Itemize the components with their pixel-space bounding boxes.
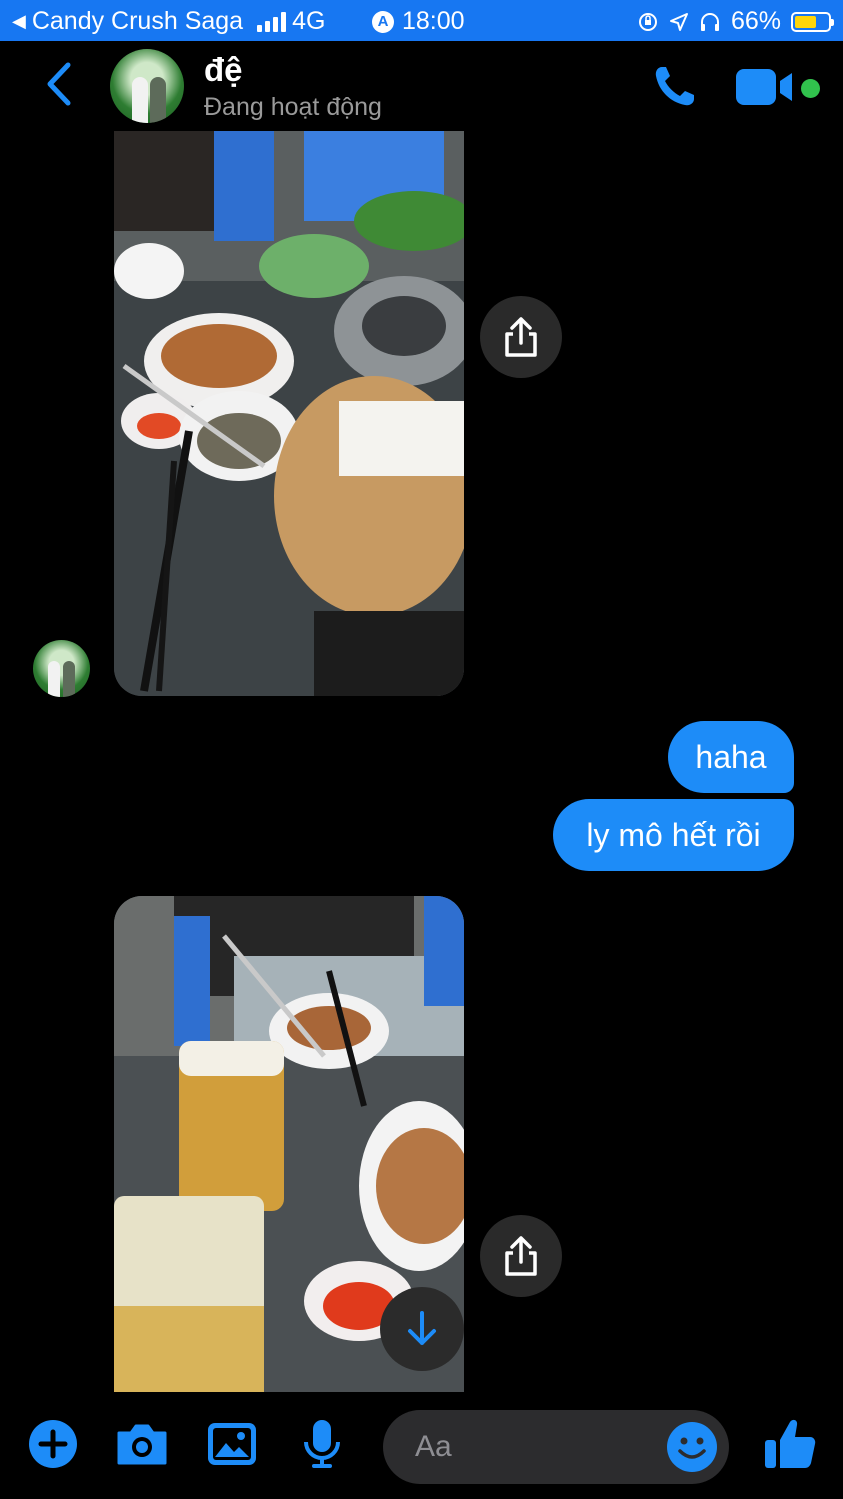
headphones-icon xyxy=(700,12,719,31)
location-icon xyxy=(669,12,688,31)
sent-message[interactable]: haha xyxy=(668,721,794,793)
clock: 18:00 xyxy=(402,7,465,35)
message-composer: Aa xyxy=(0,1392,843,1499)
message-input[interactable]: Aa xyxy=(383,1410,729,1484)
online-indicator xyxy=(801,79,820,98)
camera-icon xyxy=(117,1424,167,1465)
share-photo-button[interactable] xyxy=(480,296,562,378)
back-app-label: Candy Crush Saga xyxy=(31,7,244,35)
scroll-to-bottom-button[interactable] xyxy=(380,1287,464,1371)
contact-name[interactable]: đệ xyxy=(204,51,243,89)
photo-message[interactable] xyxy=(114,131,464,696)
phone-icon[interactable] xyxy=(650,61,700,111)
voice-message-button[interactable] xyxy=(294,1416,350,1472)
microphone-icon xyxy=(304,1420,340,1468)
emoji-icon[interactable] xyxy=(666,1421,718,1473)
signal-icon xyxy=(257,11,287,32)
gallery-icon xyxy=(208,1423,256,1465)
arrow-down-icon xyxy=(408,1311,436,1345)
plus-icon xyxy=(29,1420,77,1468)
message-input-placeholder: Aa xyxy=(415,1430,452,1463)
sender-avatar[interactable] xyxy=(33,640,90,697)
video-camera-icon[interactable] xyxy=(736,67,796,107)
more-actions-button[interactable] xyxy=(25,1416,81,1472)
back-triangle-icon: ◀ xyxy=(12,11,26,31)
rotation-lock-icon xyxy=(638,12,657,31)
network-label: 4G xyxy=(292,7,326,35)
thumbs-up-icon[interactable] xyxy=(762,1416,818,1472)
message-text: haha xyxy=(695,738,767,775)
gallery-button[interactable] xyxy=(204,1416,260,1472)
food-photo-1 xyxy=(114,131,464,696)
navigation-icon: A xyxy=(372,10,394,33)
share-icon xyxy=(505,317,537,357)
contact-avatar[interactable] xyxy=(110,49,184,123)
back-to-app[interactable]: ◀ Candy Crush Saga 4G xyxy=(12,7,325,36)
sent-message[interactable]: ly mô hết rồi xyxy=(553,799,794,871)
presence-status: Đang hoạt động xyxy=(204,93,382,121)
camera-button[interactable] xyxy=(114,1416,170,1472)
chat-header: đệ Đang hoạt động xyxy=(0,41,843,131)
share-icon xyxy=(505,1236,537,1276)
message-text: ly mô hết rồi xyxy=(586,816,761,853)
share-photo-button[interactable] xyxy=(480,1215,562,1297)
battery-percent: 66% xyxy=(730,7,781,35)
back-chevron-icon[interactable] xyxy=(40,59,80,109)
battery-icon xyxy=(791,11,834,32)
status-bar: ◀ Candy Crush Saga 4G A 18:00 66% xyxy=(0,0,843,41)
